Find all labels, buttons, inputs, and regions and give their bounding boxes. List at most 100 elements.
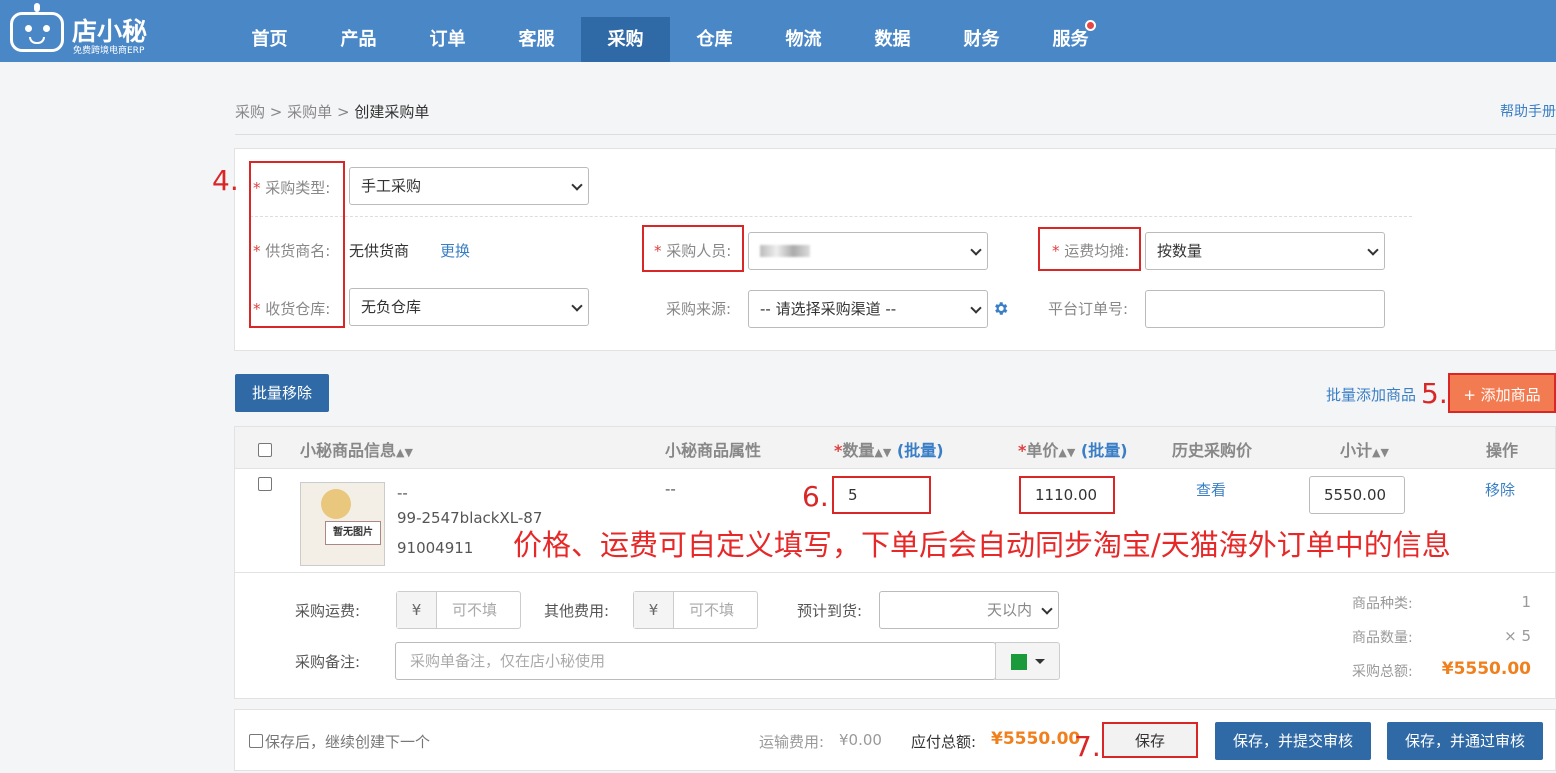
chevron-down-icon xyxy=(571,179,583,191)
breadcrumb-sep: > xyxy=(269,103,283,121)
batch-price-link[interactable]: (批量) xyxy=(1081,441,1128,460)
continue-create-checkbox[interactable] xyxy=(249,734,263,748)
currency-symbol: ¥ xyxy=(634,592,674,628)
unit-price-input[interactable]: 1110.00 xyxy=(1019,476,1115,514)
save-submit-review-button[interactable]: 保存，并提交审核 xyxy=(1215,722,1371,760)
col-subtotal[interactable]: 小计▲▼ xyxy=(1340,437,1389,461)
notification-dot xyxy=(1085,20,1096,31)
qty-label: 商品数量: xyxy=(1352,630,1413,646)
col-quantity[interactable]: *数量▲▼ (批量) xyxy=(834,437,944,461)
freight-split-label: * 运费均摊: xyxy=(1052,242,1130,260)
nav-home[interactable]: 首页 xyxy=(225,17,314,62)
col-product-info[interactable]: 小秘商品信息▲▼ xyxy=(300,437,413,461)
divider xyxy=(235,134,1556,135)
other-fee-placeholder: 可不填 xyxy=(689,601,735,619)
eta-select[interactable]: 天以内 xyxy=(879,591,1059,629)
freight-fee-input[interactable]: ¥ 可不填 xyxy=(396,591,521,629)
nav-products[interactable]: 产品 xyxy=(314,17,403,62)
nav-logistics[interactable]: 物流 xyxy=(759,17,848,62)
batch-qty-link[interactable]: (批量) xyxy=(897,441,944,460)
logo-subtitle: 免费跨境电商ERP xyxy=(73,46,145,56)
freight-fee-placeholder: 可不填 xyxy=(452,601,498,619)
supplier-value: 无供货商 xyxy=(349,242,410,260)
gear-icon[interactable] xyxy=(992,300,1009,317)
annotation-note: 价格、运费可自定义填写，下单后会自动同步淘宝/天猫海外订单中的信息 xyxy=(513,528,1451,562)
select-all-checkbox[interactable] xyxy=(258,443,272,457)
product-name: -- xyxy=(397,484,408,502)
type-label: * 采购类型: xyxy=(253,179,331,197)
save-button[interactable]: 保存 xyxy=(1102,722,1198,758)
subtotal-input[interactable]: 5550.00 xyxy=(1309,476,1405,514)
other-fee-input[interactable]: ¥ 可不填 xyxy=(633,591,758,629)
eta-label: 预计到货: xyxy=(797,602,863,620)
payable-value: ¥5550.00 xyxy=(991,729,1081,749)
chevron-down-icon xyxy=(970,244,982,256)
main-nav: 首页 产品 订单 客服 采购 仓库 物流 数据 财务 服务 xyxy=(225,17,1115,62)
purchase-source-select[interactable]: -- 请选择采购渠道 -- xyxy=(748,290,988,328)
buyer-select[interactable] xyxy=(748,232,988,270)
change-supplier-link[interactable]: 更换 xyxy=(440,240,470,261)
warehouse-value: 无负仓库 xyxy=(361,298,422,316)
freight-split-value: 按数量 xyxy=(1157,242,1203,260)
help-manual-link[interactable]: 帮助手册 xyxy=(1500,101,1556,121)
chevron-down-icon xyxy=(571,300,583,312)
nav-services[interactable]: 服务 xyxy=(1026,17,1115,62)
breadcrumb-current: 创建采购单 xyxy=(354,103,430,121)
col-operation: 操作 xyxy=(1486,441,1519,460)
save-approve-button[interactable]: 保存，并通过审核 xyxy=(1387,722,1543,760)
history-price-link[interactable]: 查看 xyxy=(1196,479,1226,500)
nav-warehouse[interactable]: 仓库 xyxy=(670,17,759,62)
nav-data[interactable]: 数据 xyxy=(848,17,937,62)
batch-remove-button[interactable]: 批量移除 xyxy=(235,374,329,412)
shipping-value: ¥0.00 xyxy=(839,731,882,749)
batch-add-products-link[interactable]: 批量添加商品 xyxy=(1326,384,1416,405)
remark-label: 采购备注: xyxy=(295,653,361,671)
eta-unit: 天以内 xyxy=(986,601,1032,619)
placeholder-figure-icon xyxy=(321,489,351,519)
purchase-type-select[interactable]: 手工采购 xyxy=(349,167,589,205)
breadcrumb-orders[interactable]: 采购单 xyxy=(287,103,332,121)
warehouse-select[interactable]: 无负仓库 xyxy=(349,288,589,326)
nav-finance[interactable]: 财务 xyxy=(937,17,1026,62)
qty-value: × 5 xyxy=(1504,627,1531,645)
nav-orders[interactable]: 订单 xyxy=(403,17,492,62)
warehouse-label: * 收货仓库: xyxy=(253,300,331,318)
marker-4: 4. xyxy=(212,164,239,197)
marker-6: 6. xyxy=(802,480,829,513)
caret-down-icon xyxy=(1035,659,1045,664)
no-image-label: 暂无图片 xyxy=(325,521,381,545)
nav-service[interactable]: 客服 xyxy=(492,17,581,62)
breadcrumb-sep: > xyxy=(336,103,350,121)
row-checkbox[interactable] xyxy=(258,477,272,491)
remove-link[interactable]: 移除 xyxy=(1485,479,1515,500)
green-flag-icon xyxy=(1011,654,1027,670)
platform-order-input[interactable] xyxy=(1145,290,1385,328)
breadcrumb-purchase[interactable]: 采购 xyxy=(235,103,265,121)
kinds-value: 1 xyxy=(1521,593,1531,611)
source-label: 采购来源: xyxy=(666,300,732,318)
col-product-attr: 小秘商品属性 xyxy=(665,441,762,460)
product-thumbnail[interactable]: 暂无图片 xyxy=(300,482,385,566)
platform-order-label: 平台订单号: xyxy=(1048,300,1129,318)
remark-input[interactable]: 采购单备注，仅在店小秘使用 xyxy=(395,642,996,680)
supplier-label: * 供货商名: xyxy=(253,242,331,260)
purchase-source-value: -- 请选择采购渠道 -- xyxy=(760,300,897,318)
buyer-label: * 采购人员: xyxy=(654,242,732,260)
nav-purchase[interactable]: 采购 xyxy=(581,17,670,62)
color-flag-picker[interactable] xyxy=(995,642,1060,680)
chevron-down-icon xyxy=(1367,244,1379,256)
col-history-price: 历史采购价 xyxy=(1172,441,1253,460)
logo[interactable]: 店小秘 免费跨境电商ERP xyxy=(10,3,160,58)
top-navbar: 店小秘 免费跨境电商ERP 首页 产品 订单 客服 采购 仓库 物流 数据 财务… xyxy=(0,0,1556,62)
col-price[interactable]: *单价▲▼ (批量) xyxy=(1018,437,1128,461)
add-product-button[interactable]: + 添加商品 xyxy=(1448,373,1556,413)
quantity-input[interactable]: 5 xyxy=(832,476,931,514)
chevron-down-icon xyxy=(970,302,982,314)
blurred-buyer-name xyxy=(760,245,810,257)
freight-split-select[interactable]: 按数量 xyxy=(1145,232,1385,270)
payable-label: 应付总额: xyxy=(911,733,977,751)
total-label: 采购总额: xyxy=(1352,664,1413,680)
marker-5: 5. xyxy=(1421,377,1448,410)
shipping-label: 运输费用: xyxy=(759,733,825,751)
other-fee-label: 其他费用: xyxy=(544,602,610,620)
